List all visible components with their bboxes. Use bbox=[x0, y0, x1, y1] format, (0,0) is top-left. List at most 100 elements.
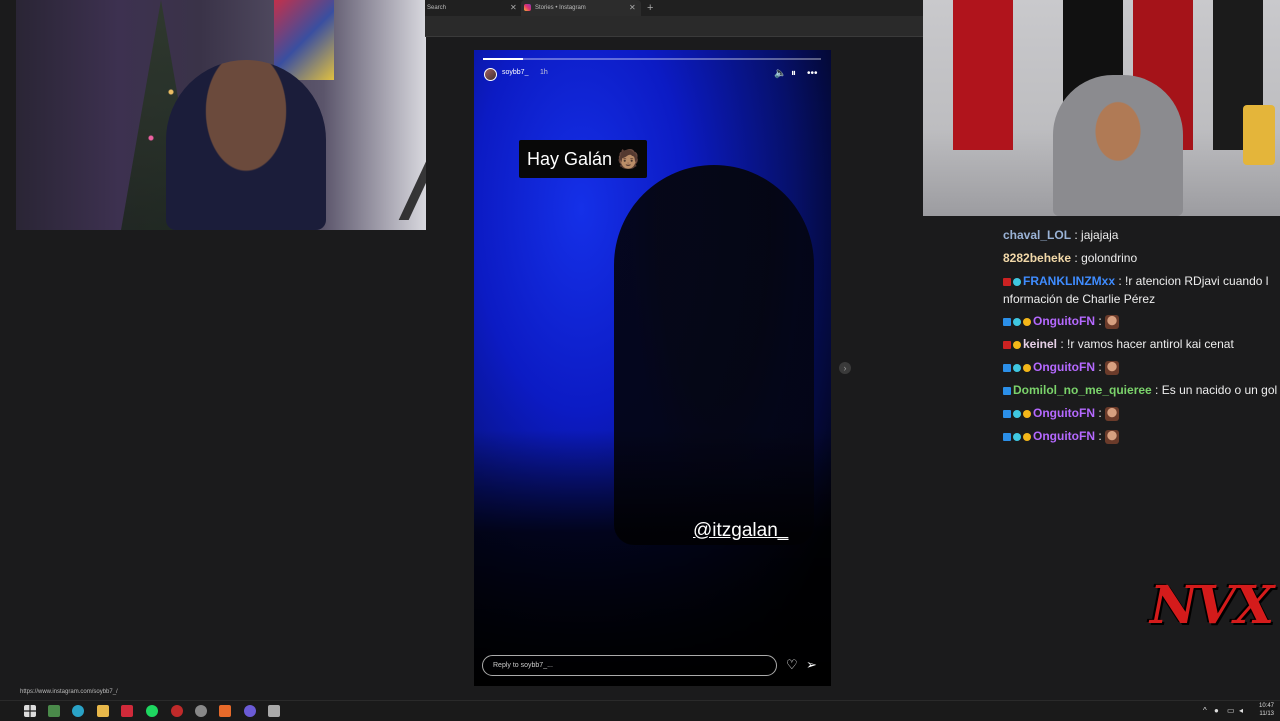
blue-badge-icon[interactable] bbox=[1003, 317, 1011, 326]
chat-message: keinel : !r vamos hacer antirol kai cena… bbox=[1003, 335, 1234, 353]
more-options-icon[interactable]: ••• bbox=[807, 68, 818, 79]
emote-icon bbox=[1105, 406, 1119, 421]
chat-username[interactable]: OnguitoFN bbox=[1033, 429, 1095, 443]
chat-separator: : bbox=[1094, 429, 1105, 443]
reply-input[interactable]: Reply to soybb7_... bbox=[482, 655, 777, 676]
emote-icon bbox=[1105, 429, 1119, 444]
gold-badge-icon[interactable] bbox=[1023, 317, 1031, 326]
taskbar: ^ ● ▭ ◂ 10:47 11/13 bbox=[0, 700, 1280, 721]
next-story-button[interactable]: › bbox=[839, 362, 851, 374]
chat-message: Domilol_no_me_quieree : Es un nacido o u… bbox=[1003, 381, 1277, 399]
tab-instagram-stories[interactable]: Stories • Instagram ✕ bbox=[521, 0, 641, 16]
story-progress-bar bbox=[483, 58, 821, 60]
cyan-badge-icon[interactable] bbox=[1013, 363, 1021, 372]
send-icon[interactable]: ➢ bbox=[806, 657, 817, 673]
cyan-badge-icon[interactable] bbox=[1013, 277, 1021, 286]
browser-tab-bar: Search ✕ Stories • Instagram ✕ + bbox=[425, 0, 923, 16]
tab-instagram-label: Stories • Instagram bbox=[535, 5, 586, 11]
chat-separator: : bbox=[1094, 314, 1105, 328]
emote-icon bbox=[1105, 360, 1119, 375]
settings-icon[interactable] bbox=[195, 705, 207, 717]
gold-badge-icon[interactable] bbox=[1023, 409, 1031, 418]
chat-separator: : bbox=[1094, 406, 1105, 420]
blue-badge-icon[interactable] bbox=[1003, 363, 1011, 372]
browser-toolbar bbox=[425, 16, 923, 37]
chat-username[interactable]: keinel bbox=[1023, 337, 1057, 351]
story-mention[interactable]: @itzgalan_ bbox=[693, 520, 788, 542]
story-shadow bbox=[474, 430, 831, 686]
chat-username[interactable]: OnguitoFN bbox=[1033, 314, 1095, 328]
instagram-icon bbox=[524, 4, 531, 11]
status-bar-url: https://www.instagram.com/soybb7_/ bbox=[20, 689, 118, 695]
story-progress-fill bbox=[483, 58, 523, 60]
chat-username[interactable]: OnguitoFN bbox=[1033, 360, 1095, 374]
folder-icon[interactable] bbox=[97, 705, 109, 717]
mute-icon[interactable]: 🔈 bbox=[774, 68, 786, 79]
chat-username[interactable]: chaval_LOL bbox=[1003, 228, 1071, 242]
terminal-icon[interactable] bbox=[48, 705, 60, 717]
app-icon[interactable] bbox=[121, 705, 133, 717]
chat-separator: : bbox=[1094, 360, 1105, 374]
close-icon[interactable]: ✕ bbox=[629, 0, 636, 16]
edge-browser-icon[interactable] bbox=[72, 705, 84, 717]
cyan-badge-icon[interactable] bbox=[1013, 432, 1021, 441]
chat-message: OnguitoFN : bbox=[1003, 358, 1119, 376]
chat-username[interactable]: Domilol_no_me_quieree bbox=[1013, 383, 1152, 397]
spotify-icon[interactable] bbox=[146, 705, 158, 717]
left-webcam bbox=[16, 0, 426, 230]
chat-username[interactable]: 8282beheke bbox=[1003, 251, 1071, 265]
chat-separator: : bbox=[1071, 228, 1082, 242]
chat-separator: : bbox=[1115, 274, 1126, 288]
blue-badge-icon[interactable] bbox=[1003, 432, 1011, 441]
network-icon[interactable]: ▭ bbox=[1227, 706, 1235, 715]
windows-start-icon[interactable] bbox=[24, 705, 36, 717]
tab-search[interactable]: Search ✕ bbox=[425, 0, 521, 16]
volume-icon[interactable]: ◂ bbox=[1239, 706, 1243, 715]
laundry-basket bbox=[1243, 105, 1275, 165]
cyan-badge-icon[interactable] bbox=[1013, 317, 1021, 326]
obs-icon[interactable] bbox=[171, 705, 183, 717]
chat-message: OnguitoFN : bbox=[1003, 312, 1119, 330]
microphone-icon[interactable]: ● bbox=[1214, 706, 1219, 715]
streamer-right bbox=[1053, 75, 1183, 216]
chat-text: Es un nacido o un gol bbox=[1161, 383, 1278, 397]
story-username[interactable]: soybb7_ bbox=[502, 69, 528, 76]
avatar[interactable] bbox=[484, 68, 497, 81]
story-timestamp: 1h bbox=[540, 69, 548, 76]
curtain bbox=[953, 0, 1013, 150]
clock-time: 10:47 bbox=[1258, 703, 1274, 709]
chat-separator: : bbox=[1151, 383, 1162, 397]
gold-badge-icon[interactable] bbox=[1023, 432, 1031, 441]
app-icon[interactable] bbox=[219, 705, 231, 717]
chat-text: golondrino bbox=[1081, 251, 1138, 265]
close-icon[interactable]: ✕ bbox=[510, 0, 517, 16]
discord-icon[interactable] bbox=[244, 705, 256, 717]
channel-logo: NVX bbox=[1150, 575, 1274, 636]
new-tab-button[interactable]: + bbox=[647, 0, 653, 16]
emote-icon bbox=[1105, 314, 1119, 329]
chat-message: OnguitoFN : bbox=[1003, 404, 1119, 422]
chat-message: chaval_LOL : jajajaja bbox=[1003, 226, 1118, 244]
tab-search-label: Search bbox=[427, 5, 447, 11]
chat-separator: : bbox=[1057, 337, 1068, 351]
chat-separator: : bbox=[1071, 251, 1082, 265]
heart-icon[interactable]: ♡ bbox=[786, 657, 798, 673]
right-webcam bbox=[923, 0, 1280, 216]
shield-icon[interactable] bbox=[268, 705, 280, 717]
gold-badge-icon[interactable] bbox=[1023, 363, 1031, 372]
pause-icon[interactable]: ⏸ bbox=[791, 68, 796, 79]
chat-username[interactable]: OnguitoFN bbox=[1033, 406, 1095, 420]
system-clock[interactable]: 10:47 11/13 bbox=[1259, 702, 1274, 718]
red-badge-icon[interactable] bbox=[1003, 340, 1011, 349]
clock-date: 11/13 bbox=[1259, 711, 1274, 717]
cyan-badge-icon[interactable] bbox=[1013, 409, 1021, 418]
blue-badge-icon[interactable] bbox=[1003, 409, 1011, 418]
chevron-up-icon[interactable]: ^ bbox=[1203, 706, 1207, 715]
wall-poster bbox=[274, 0, 334, 80]
blue-badge-icon[interactable] bbox=[1003, 386, 1011, 395]
gold-badge-icon[interactable] bbox=[1013, 340, 1021, 349]
chat-message: OnguitoFN : bbox=[1003, 427, 1119, 445]
chat-text: jajajaja bbox=[1081, 228, 1119, 242]
red-badge-icon[interactable] bbox=[1003, 277, 1011, 286]
chat-username[interactable]: FRANKLINZMxx bbox=[1023, 274, 1115, 288]
